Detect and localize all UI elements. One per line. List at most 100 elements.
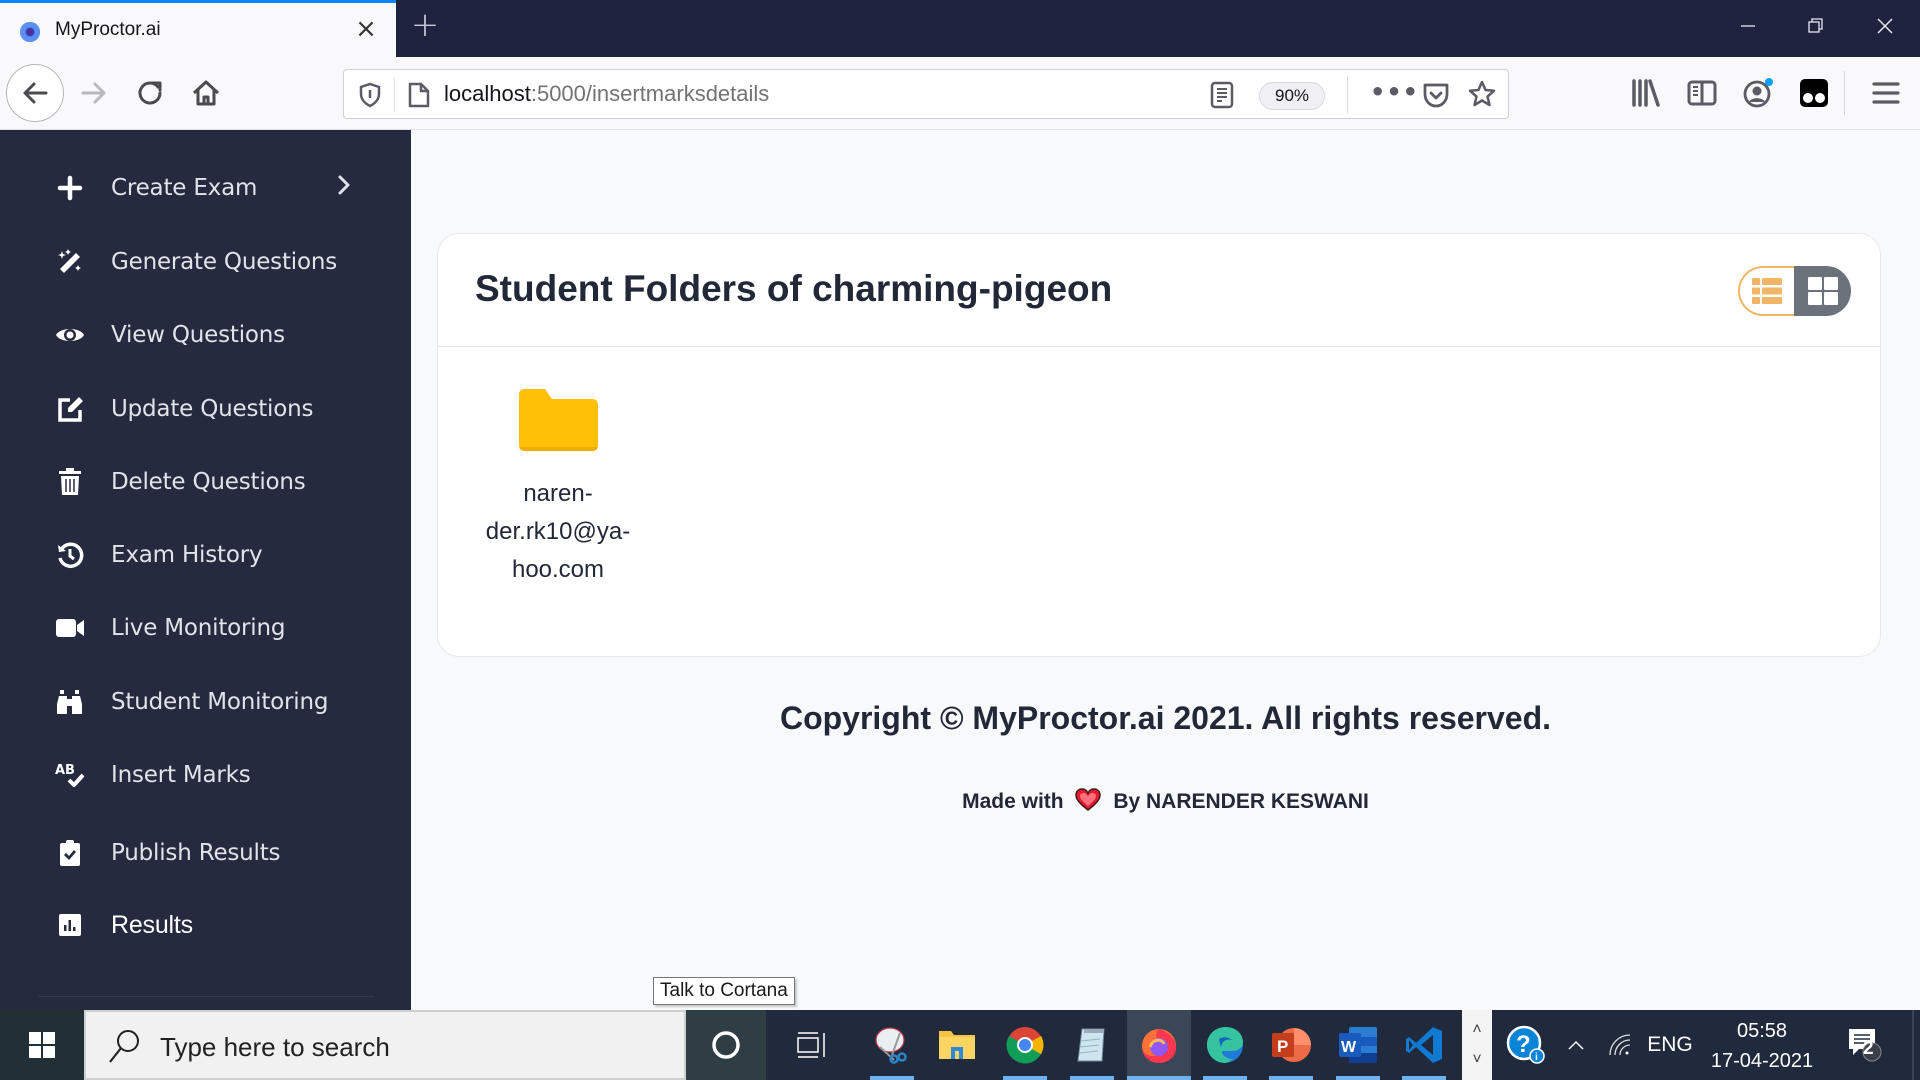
- bookmark-star-icon[interactable]: [1467, 79, 1497, 109]
- reader-view-icon[interactable]: [1210, 81, 1234, 109]
- tab-close-button[interactable]: ×: [352, 15, 380, 43]
- sidebar-item-generate-questions[interactable]: Generate Questions: [0, 232, 411, 292]
- folder-name-line: hoo.com: [511, 556, 605, 583]
- sidebar-toggle-icon[interactable]: [1686, 77, 1718, 109]
- sidebar-item-label: View Questions: [111, 322, 285, 348]
- grid-view-button[interactable]: [1794, 266, 1851, 316]
- url-text[interactable]: localhost:5000/insertmarksdetails: [444, 81, 769, 107]
- zoom-level-button[interactable]: 90%: [1259, 82, 1325, 110]
- sidebar-item-label: Create Exam: [111, 175, 258, 201]
- running-indicator: [1203, 1076, 1247, 1080]
- forward-button[interactable]: [66, 65, 122, 121]
- plus-icon: [55, 173, 85, 203]
- taskbar-scroll-buttons[interactable]: ˄ ˅: [1462, 1010, 1492, 1080]
- hamburger-menu-icon[interactable]: [1870, 77, 1902, 109]
- windows-logo-icon: [29, 1032, 55, 1058]
- history-icon: [55, 540, 85, 570]
- taskbar-app-powerpoint[interactable]: P: [1259, 1010, 1323, 1080]
- minimize-button[interactable]: [1728, 10, 1768, 46]
- sidebar-item-create-exam[interactable]: Create Exam: [0, 158, 411, 218]
- cortana-button[interactable]: [686, 1010, 766, 1080]
- show-hidden-icons-button[interactable]: [1560, 1010, 1592, 1080]
- file-explorer-icon: [939, 1031, 975, 1059]
- extension-icon[interactable]: [1798, 77, 1830, 109]
- folder-icon: [518, 389, 598, 451]
- browser-navbar: localhost:5000/insertmarksdetails 90% ••…: [0, 57, 1920, 130]
- running-indicator: [1402, 1076, 1446, 1080]
- notification-count-badge: 2: [1863, 1038, 1874, 1059]
- sidebar-item-publish-results[interactable]: Publish Results: [0, 823, 411, 883]
- windows-taskbar: Type here to search P W ˄ ˅ ? i ENG 05:5…: [0, 1010, 1920, 1080]
- urlbar-separator: [394, 78, 395, 112]
- magic-wand-icon: [55, 247, 85, 277]
- chevron-down-icon[interactable]: ˅: [1472, 1045, 1481, 1075]
- home-icon: [192, 80, 220, 106]
- clipboard-check-icon: [55, 838, 85, 868]
- pocket-icon[interactable]: [1422, 81, 1450, 109]
- chart-bar-icon: [55, 910, 85, 940]
- taskbar-app-word[interactable]: W: [1326, 1010, 1390, 1080]
- taskbar-app-file-explorer[interactable]: [925, 1010, 989, 1080]
- running-indicator: [1336, 1076, 1380, 1080]
- student-folder[interactable]: naren- der.rk10@ya- hoo.com: [486, 389, 630, 589]
- cortana-tooltip: Talk to Cortana: [653, 977, 795, 1005]
- taskbar-app-firefox[interactable]: [1127, 1010, 1191, 1080]
- chevron-up-icon[interactable]: ˄: [1472, 1015, 1481, 1045]
- start-button[interactable]: [0, 1010, 84, 1080]
- back-button[interactable]: [6, 64, 64, 122]
- network-button[interactable]: [1605, 1010, 1635, 1080]
- taskbar-search-box[interactable]: Type here to search: [84, 1010, 686, 1080]
- language-indicator[interactable]: ENG: [1645, 1010, 1695, 1080]
- browser-tab-active[interactable]: MyProctor.ai ×: [0, 0, 396, 57]
- library-icon[interactable]: [1630, 77, 1662, 109]
- close-window-button[interactable]: [1865, 10, 1905, 46]
- minimize-icon: [1741, 25, 1755, 27]
- svg-text:AB: AB: [55, 763, 75, 778]
- url-path: :5000/insertmarksdetails: [530, 81, 770, 106]
- page-info-icon[interactable]: [406, 81, 432, 109]
- page-actions-more-button[interactable]: •••: [1370, 78, 1419, 106]
- task-view-button[interactable]: [780, 1010, 844, 1080]
- restore-icon: [1808, 18, 1823, 33]
- taskbar-app-notepad[interactable]: [1060, 1010, 1124, 1080]
- svg-text:W: W: [1341, 1039, 1357, 1056]
- grid-view-icon: [1807, 277, 1838, 305]
- made-with-prefix: Made with: [962, 790, 1064, 813]
- list-view-button[interactable]: [1738, 266, 1794, 316]
- account-icon[interactable]: [1742, 77, 1774, 109]
- word-icon: W: [1339, 1027, 1377, 1063]
- taskbar-app-vscode[interactable]: [1392, 1010, 1456, 1080]
- svg-text:i: i: [1535, 1052, 1538, 1063]
- sidebar-item-update-questions[interactable]: Update Questions: [0, 379, 411, 439]
- sidebar-item-live-monitoring[interactable]: Live Monitoring: [0, 598, 411, 658]
- reload-button[interactable]: [122, 65, 178, 121]
- folder-name: naren- der.rk10@ya- hoo.com: [473, 475, 643, 589]
- taskbar-app-snipping-tool[interactable]: [860, 1010, 924, 1080]
- sidebar-item-exam-history[interactable]: Exam History: [0, 525, 411, 585]
- tracking-protection-shield-icon[interactable]: [358, 82, 382, 108]
- help-tray-button[interactable]: ? i: [1500, 1010, 1552, 1080]
- action-center-button[interactable]: 2: [1840, 1010, 1890, 1080]
- sidebar-divider: [38, 996, 374, 997]
- running-indicator: [1003, 1076, 1047, 1080]
- sidebar-item-label: Delete Questions: [111, 469, 306, 495]
- taskbar-app-edge[interactable]: [1193, 1010, 1257, 1080]
- new-tab-button[interactable]: +: [410, 8, 440, 42]
- restore-button[interactable]: [1796, 10, 1836, 46]
- toolbar-separator: [1844, 71, 1845, 115]
- sidebar-item-label: Publish Results: [111, 840, 281, 866]
- home-button[interactable]: [178, 65, 234, 121]
- sidebar-item-results[interactable]: Results: [0, 895, 411, 955]
- sidebar-item-insert-marks[interactable]: AB Insert Marks: [0, 745, 411, 805]
- sidebar-item-student-monitoring[interactable]: Student Monitoring: [0, 672, 411, 732]
- taskbar-clock[interactable]: 05:58 17-04-2021: [1700, 1016, 1824, 1076]
- sidebar-item-delete-questions[interactable]: Delete Questions: [0, 452, 411, 512]
- clock-time: 05:58: [1736, 1020, 1788, 1042]
- address-bar[interactable]: localhost:5000/insertmarksdetails 90% ••…: [343, 69, 1509, 119]
- show-desktop-button[interactable]: [1912, 1010, 1914, 1080]
- sidebar-item-view-questions[interactable]: View Questions: [0, 305, 411, 365]
- view-toggle: [1738, 266, 1851, 316]
- sidebar-item-label: Update Questions: [111, 396, 314, 422]
- taskbar-app-chrome[interactable]: [993, 1010, 1057, 1080]
- sidebar: Create Exam Generate Questions View Ques…: [0, 130, 411, 1010]
